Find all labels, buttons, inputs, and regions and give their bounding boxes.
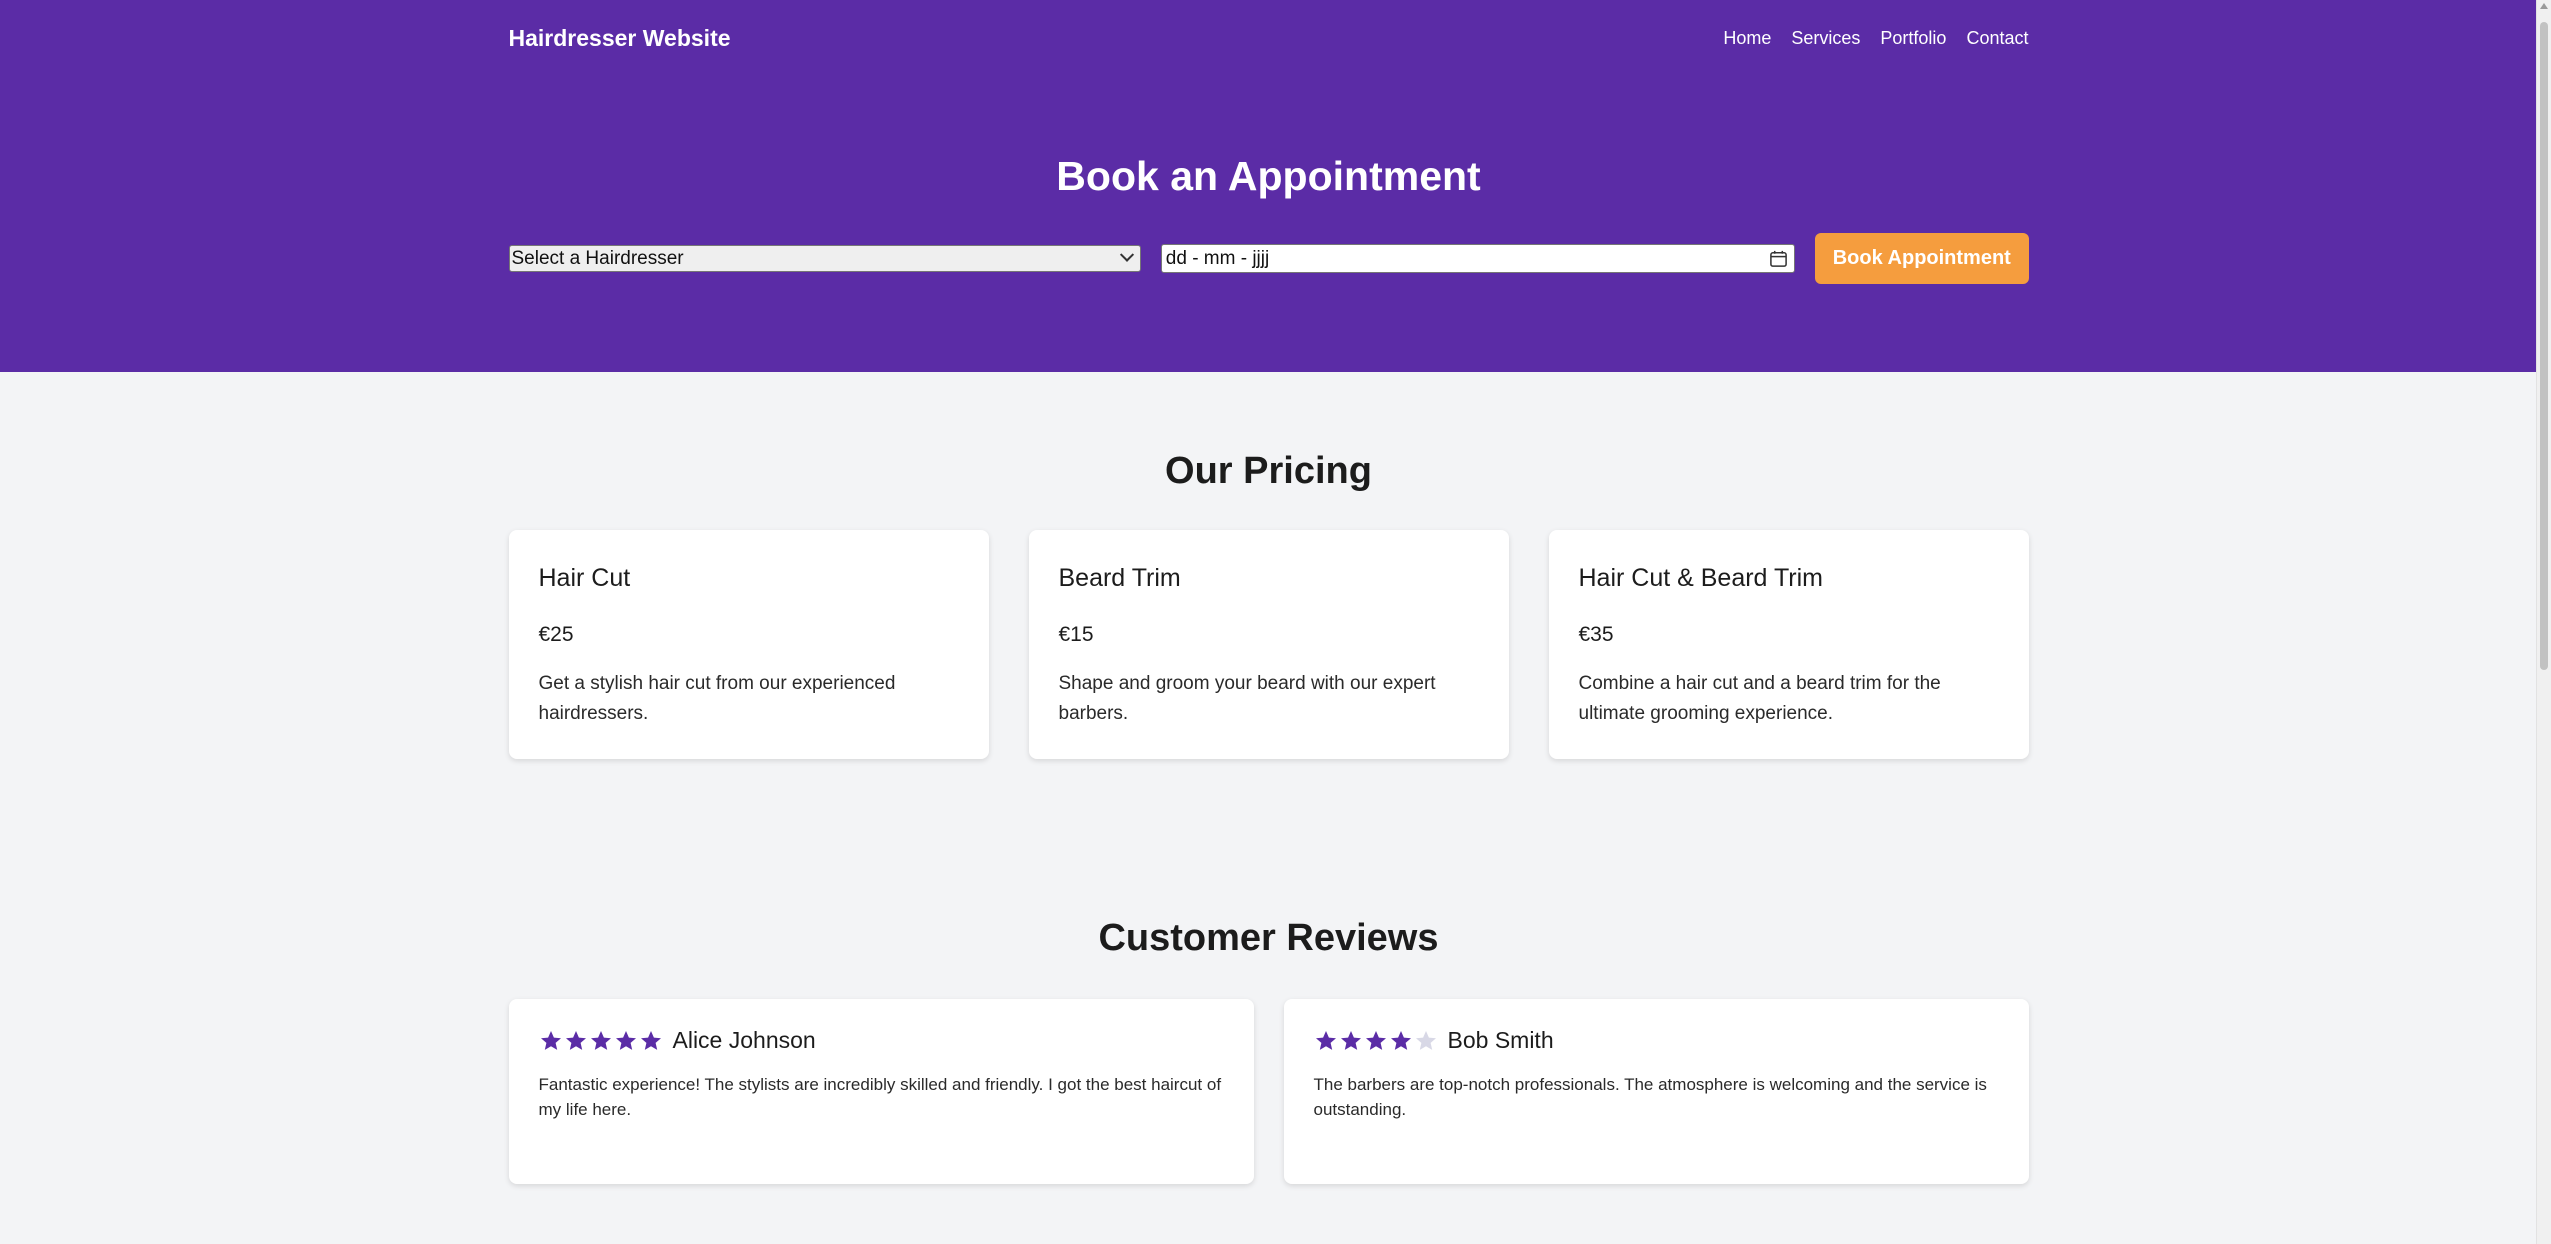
price-card-description: Get a stylish hair cut from our experien… <box>538 673 896 724</box>
reviewer-name: Bob Smith <box>1447 1027 1554 1053</box>
booking-form: Select a Hairdresser dd - mm - jjjj Book… <box>508 233 2029 284</box>
review-header: Alice Johnson <box>539 1027 1224 1054</box>
scrollbar-thumb[interactable] <box>2540 22 2548 670</box>
price-card-title: Hair Cut & Beard Trim <box>1578 564 1824 592</box>
price-card-title: Beard Trim <box>1058 564 1181 592</box>
hero-section: Hairdresser Website Home Services Portfo… <box>0 0 2537 372</box>
hairdresser-select-value: Select a Hairdresser <box>511 247 684 269</box>
review-text: Fantastic experience! The stylists are i… <box>538 1075 1222 1119</box>
nav-link-home[interactable]: Home <box>1723 28 1771 49</box>
star-filled-icon <box>1315 1030 1336 1050</box>
star-rating <box>539 1029 663 1053</box>
review-header: Bob Smith <box>1314 1027 1999 1054</box>
star-filled-icon <box>540 1030 561 1050</box>
star-filled-icon <box>590 1030 611 1050</box>
star-empty-icon <box>1415 1030 1436 1050</box>
price-card-description: Combine a hair cut and a beard trim for … <box>1578 673 1941 724</box>
chevron-down-icon <box>1119 247 1134 262</box>
price-card-title: Hair Cut <box>538 564 631 592</box>
pricing-title: Our Pricing <box>1165 450 1372 492</box>
star-filled-icon <box>565 1030 586 1050</box>
hairdresser-select[interactable]: Select a Hairdresser <box>508 245 1141 272</box>
star-rating <box>1314 1029 1438 1053</box>
navbar: Hairdresser Website Home Services Portfo… <box>509 0 2029 76</box>
scroll-up-arrow-icon[interactable] <box>2540 3 2548 9</box>
calendar-icon[interactable] <box>1769 249 1788 268</box>
review-card: Alice Johnson Fantastic experience! The … <box>508 999 1254 1184</box>
reviewer-name: Alice Johnson <box>672 1027 816 1053</box>
nav-links: Home Services Portfolio Contact <box>1723 28 2028 49</box>
vertical-scrollbar[interactable] <box>2536 0 2551 1244</box>
price-card: Hair Cut & Beard Trim €35 Combine a hair… <box>1548 530 2029 759</box>
star-filled-icon <box>640 1030 661 1050</box>
price-card: Hair Cut €25 Get a stylish hair cut from… <box>508 530 989 759</box>
nav-link-portfolio[interactable]: Portfolio <box>1880 28 1946 49</box>
star-filled-icon <box>1340 1030 1361 1050</box>
pricing-grid: Hair Cut €25 Get a stylish hair cut from… <box>508 530 2029 759</box>
price-card-price: €35 <box>1578 623 1614 646</box>
review-card: Bob Smith The barbers are top-notch prof… <box>1283 999 2029 1184</box>
star-filled-icon <box>1390 1030 1411 1050</box>
price-card-price: €15 <box>1058 623 1094 646</box>
price-card: Beard Trim €15 Shape and groom your bear… <box>1028 530 1509 759</box>
booking-title: Book an Appointment <box>1056 153 1481 199</box>
reviews-title: Customer Reviews <box>1098 917 1439 959</box>
price-card-price: €25 <box>538 623 574 646</box>
page: Hairdresser Website Home Services Portfo… <box>0 0 2537 1244</box>
date-input-placeholder: dd - mm - jjjj <box>1165 247 1270 269</box>
star-filled-icon <box>1365 1030 1386 1050</box>
price-card-description: Shape and groom your beard with our expe… <box>1058 673 1436 724</box>
nav-link-contact[interactable]: Contact <box>1966 28 2028 49</box>
pricing-section: Our Pricing Hair Cut €25 Get a stylish h… <box>508 372 2029 759</box>
date-input[interactable]: dd - mm - jjjj <box>1160 244 1796 273</box>
review-text: The barbers are top-notch professionals.… <box>1313 1075 1987 1119</box>
brand-logo-text[interactable]: Hairdresser Website <box>509 25 731 52</box>
reviews-grid: Alice Johnson Fantastic experience! The … <box>508 999 2029 1184</box>
book-appointment-button[interactable]: Book Appointment <box>1815 233 2029 284</box>
nav-link-services[interactable]: Services <box>1791 28 1860 49</box>
reviews-section: Customer Reviews Alice Johnson Fantastic… <box>508 759 2029 1184</box>
hero-container: Hairdresser Website Home Services Portfo… <box>508 0 2029 284</box>
star-filled-icon <box>615 1030 636 1050</box>
